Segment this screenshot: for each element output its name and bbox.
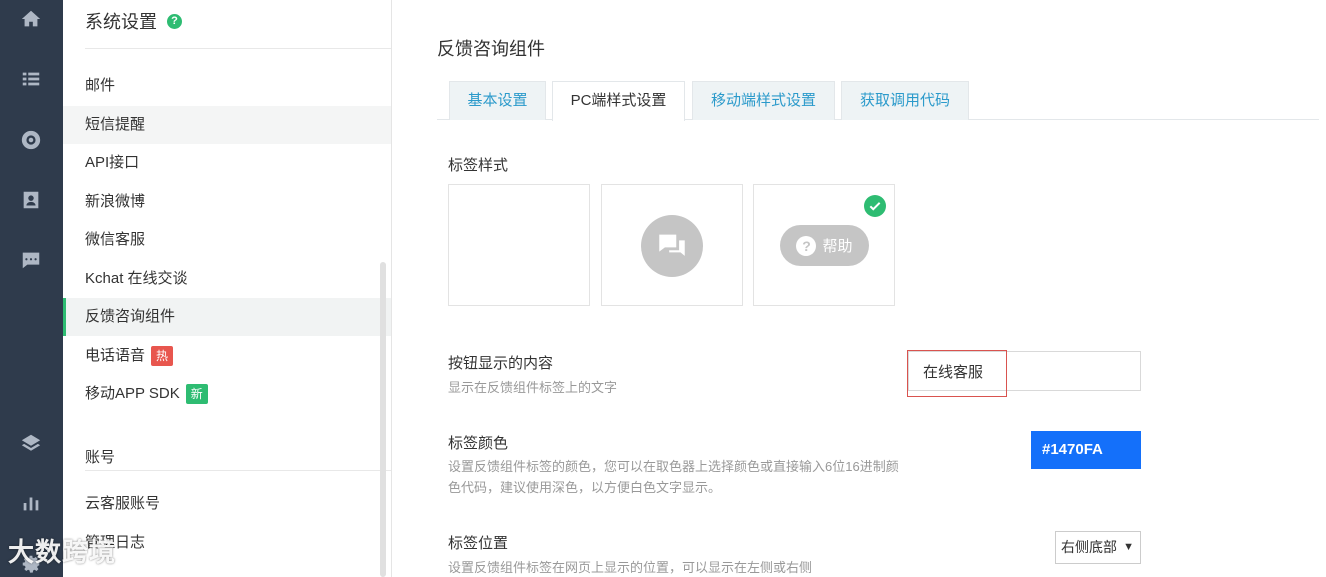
sidebar-item-sms[interactable]: 短信提醒 — [63, 106, 391, 144]
sidebar-item-label: 新浪微博 — [85, 193, 146, 210]
sidebar-item-account[interactable]: 云客服账号 — [63, 485, 391, 523]
icon-rail — [0, 0, 63, 577]
divider — [85, 48, 391, 49]
main-content: 反馈咨询组件 基本设置 PC端样式设置 移动端样式设置 获取调用代码 标签样式 … — [393, 0, 1326, 577]
button-content-desc: 显示在反馈组件标签上的文字 — [448, 380, 618, 395]
help-button-preview: ? 帮助 — [780, 225, 869, 266]
label-style-title: 标签样式 — [448, 157, 509, 174]
page-title: 反馈咨询组件 — [437, 39, 545, 59]
question-icon: ? — [796, 235, 817, 256]
home-icon[interactable] — [17, 5, 45, 33]
sidebar-item-label: 短信提醒 — [85, 116, 146, 133]
sidebar-item-weibo[interactable]: 新浪微博 — [63, 183, 391, 221]
tab-basic-settings[interactable]: 基本设置 — [449, 81, 546, 120]
watermark: 大数跨境 — [8, 537, 117, 567]
sidebar-title: 系统设置 ? — [85, 8, 182, 34]
hot-badge: 热 — [151, 346, 174, 367]
layers-icon[interactable] — [17, 429, 45, 457]
style-option-help-button[interactable]: ? 帮助 — [753, 184, 895, 306]
label-color-desc-line1: 设置反馈组件标签的颜色，您可以在取色器上选择颜色或直接输入6位16进制颜 — [448, 459, 899, 474]
lifebuoy-icon[interactable] — [17, 126, 45, 154]
style-option-none[interactable] — [448, 184, 590, 306]
sidebar-item-label: Kchat 在线交谈 — [85, 270, 188, 287]
sidebar-scrollbar[interactable] — [380, 262, 386, 577]
sidebar-item-app-sdk[interactable]: 移动APP SDK 新 — [63, 375, 391, 413]
sidebar-item-api[interactable]: API接口 — [63, 144, 391, 182]
sidebar-item-phone[interactable]: 电话语音热 — [63, 337, 391, 375]
tab-pc-style[interactable]: PC端样式设置 — [552, 81, 685, 121]
sidebar-item-feedback-widget[interactable]: 反馈咨询组件 — [63, 298, 391, 336]
sidebar-item-label: 反馈咨询组件 — [85, 308, 176, 325]
sidebar-item-label: 微信客服 — [85, 231, 146, 248]
divider — [85, 470, 391, 471]
tab-get-code[interactable]: 获取调用代码 — [841, 81, 969, 120]
sidebar-item-label: 电话语音 — [85, 347, 146, 364]
new-badge: 新 — [185, 384, 208, 405]
sidebar-item-email[interactable]: 邮件 — [63, 67, 391, 105]
sidebar-title-text: 系统设置 — [85, 12, 157, 32]
sidebar-item-label: API接口 — [85, 154, 140, 171]
chat-icon[interactable] — [17, 246, 45, 274]
button-text-input[interactable] — [908, 351, 1141, 391]
contact-card-icon[interactable] — [17, 186, 45, 214]
help-icon[interactable]: ? — [167, 13, 182, 29]
dropdown-arrow-icon: ▼ — [1123, 541, 1134, 553]
label-position-desc: 设置反馈组件标签在网页上显示的位置，可以显示在左侧或右侧 — [448, 560, 813, 575]
section-heading-account: 账号 — [85, 449, 116, 466]
help-button-text: 帮助 — [822, 238, 853, 255]
bar-chart-icon[interactable] — [17, 489, 45, 517]
sidebar-item-kchat[interactable]: Kchat 在线交谈 — [63, 260, 391, 298]
color-picker[interactable]: #1470FA — [1031, 431, 1141, 469]
label-color-title: 标签颜色 — [448, 435, 509, 452]
position-select[interactable]: 右侧底部 ▼ — [1055, 531, 1141, 564]
style-option-icon[interactable] — [601, 184, 743, 306]
sidebar-item-wechat[interactable]: 微信客服 — [63, 221, 391, 259]
label-color-desc-line2: 色代码，建议使用深色，以方便白色文字显示。 — [448, 480, 722, 495]
label-position-title: 标签位置 — [448, 535, 509, 552]
button-content-title: 按钮显示的内容 — [448, 355, 554, 372]
list-icon[interactable] — [17, 65, 45, 93]
sidebar-item-label: 云客服账号 — [85, 495, 161, 512]
settings-sidebar: 系统设置 ? 邮件 短信提醒 API接口 新浪微博 微信客服 Kchat 在线交… — [63, 0, 392, 577]
tab-mobile-style[interactable]: 移动端样式设置 — [692, 81, 835, 120]
sidebar-item-label: 移动APP SDK — [85, 385, 180, 402]
check-icon — [864, 195, 886, 217]
sidebar-item-label: 邮件 — [85, 77, 116, 94]
tab-bar: 基本设置 PC端样式设置 移动端样式设置 获取调用代码 — [437, 81, 1319, 121]
chat-bubbles-icon — [641, 215, 703, 277]
position-select-value: 右侧底部 — [1061, 539, 1117, 555]
